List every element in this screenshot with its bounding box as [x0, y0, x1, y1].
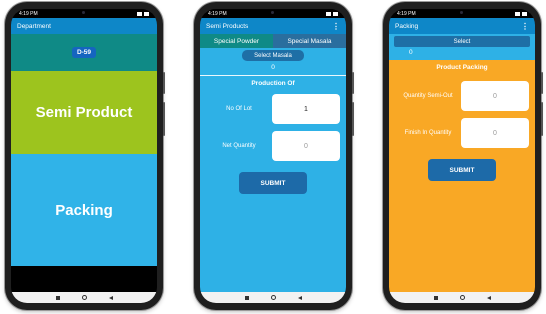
- select-button[interactable]: Select: [394, 36, 530, 47]
- finish-row: Finish In Quantity 0: [389, 118, 535, 148]
- app-bar: Semi Products ⋮: [200, 18, 346, 34]
- home-icon[interactable]: [459, 295, 465, 300]
- quantity-input[interactable]: 0: [461, 81, 529, 111]
- screen: 4:19 PM Packing ⋮ Select 0 Product Packi…: [389, 9, 535, 303]
- status-bar: 4:19 PM: [11, 9, 157, 18]
- side-button: [541, 102, 543, 136]
- signal-icon: [326, 11, 331, 16]
- home-icon[interactable]: [270, 295, 276, 300]
- net-quantity-label: Net Quantity: [222, 143, 256, 149]
- battery-icon: [522, 11, 527, 16]
- lot-row: No Of Lot 1: [200, 94, 346, 124]
- camera-notch: [447, 9, 477, 16]
- battery-icon: [144, 11, 149, 16]
- nav-bar: [389, 292, 535, 303]
- home-icon[interactable]: [81, 295, 87, 300]
- camera-notch: [258, 9, 288, 16]
- status-bar: 4:19 PM: [389, 9, 535, 18]
- department-header: D-59: [11, 34, 157, 71]
- semi-product-tile[interactable]: Semi Product: [11, 71, 157, 154]
- system-icons: [137, 11, 149, 16]
- system-icons: [326, 11, 338, 16]
- selected-value: 0: [409, 49, 413, 56]
- signal-icon: [137, 11, 142, 16]
- select-area: Select 0: [389, 34, 535, 60]
- status-time: 4:19 PM: [397, 10, 416, 17]
- selected-value: 0: [271, 64, 275, 71]
- recents-icon[interactable]: [55, 295, 60, 300]
- tab-special-powder[interactable]: Special Powder: [200, 34, 273, 48]
- semi-products-body: Special Powder Special Masala Select Mas…: [200, 34, 346, 292]
- system-icons: [515, 11, 527, 16]
- status-bar: 4:19 PM: [200, 9, 346, 18]
- app-bar: Department: [11, 18, 157, 34]
- nav-bar: [11, 292, 157, 303]
- back-icon[interactable]: [297, 295, 302, 300]
- recents-icon[interactable]: [433, 295, 438, 300]
- battery-icon: [333, 11, 338, 16]
- finish-label: Finish In Quantity: [404, 130, 452, 136]
- tab-special-masala[interactable]: Special Masala: [273, 34, 346, 48]
- section-title: Production Of: [251, 80, 295, 87]
- submit-button[interactable]: SUBMIT: [239, 172, 307, 194]
- camera-notch: [69, 9, 99, 16]
- back-icon[interactable]: [486, 295, 491, 300]
- side-button: [163, 72, 165, 94]
- side-button: [352, 102, 354, 136]
- signal-icon: [515, 11, 520, 16]
- select-masala-button[interactable]: Select Masala: [242, 50, 304, 61]
- net-quantity-row: Net Quantity 0: [200, 131, 346, 161]
- section-title: Product Packing: [436, 64, 488, 71]
- lot-input[interactable]: 1: [272, 94, 340, 124]
- back-icon[interactable]: [108, 295, 113, 300]
- quantity-label: Quantity Semi-Out: [403, 93, 453, 99]
- screen: 4:19 PM Semi Products ⋮ Special Powder S…: [200, 9, 346, 303]
- department-badge: D-59: [71, 47, 97, 58]
- side-button: [163, 102, 165, 136]
- app-bar: Packing ⋮: [389, 18, 535, 34]
- packing-body: Select 0 Product Packing Quantity Semi-O…: [389, 34, 535, 292]
- overflow-menu-icon[interactable]: ⋮: [332, 22, 340, 31]
- net-quantity-input[interactable]: 0: [272, 131, 340, 161]
- divider: [200, 75, 346, 76]
- screen: 4:19 PM Department D-59 Semi Product Pac…: [11, 9, 157, 303]
- phone-packing: 4:19 PM Packing ⋮ Select 0 Product Packi…: [383, 2, 543, 310]
- lot-label: No Of Lot: [226, 106, 252, 112]
- page-title: Semi Products: [206, 22, 249, 30]
- finish-input[interactable]: 0: [461, 118, 529, 148]
- tab-bar: Special Powder Special Masala: [200, 34, 346, 48]
- overflow-menu-icon[interactable]: ⋮: [521, 22, 529, 31]
- page-title: Packing: [395, 22, 419, 30]
- page-title: Department: [17, 22, 51, 30]
- nav-bar: [200, 292, 346, 303]
- submit-button[interactable]: SUBMIT: [428, 159, 496, 181]
- side-button: [352, 72, 354, 94]
- status-time: 4:19 PM: [19, 10, 38, 17]
- phone-department: 4:19 PM Department D-59 Semi Product Pac…: [5, 2, 165, 310]
- phone-semi-products: 4:19 PM Semi Products ⋮ Special Powder S…: [194, 2, 354, 310]
- side-button: [541, 72, 543, 94]
- status-time: 4:19 PM: [208, 10, 227, 17]
- quantity-row: Quantity Semi-Out 0: [389, 81, 535, 111]
- recents-icon[interactable]: [244, 295, 249, 300]
- packing-tile[interactable]: Packing: [11, 154, 157, 266]
